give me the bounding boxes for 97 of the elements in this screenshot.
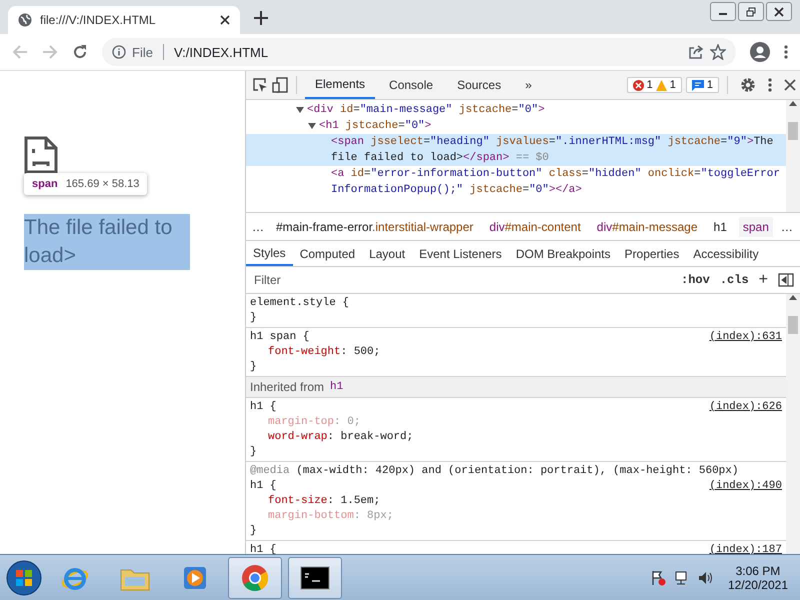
scroll-thumb[interactable] [788,316,798,334]
sidebar-tab[interactable]: Layout [362,241,412,266]
tooltip-size: 165.69 × 58.13 [66,178,140,190]
breadcrumb[interactable]: #main-frame-error.interstitial-wrapper [272,216,478,236]
dom-node[interactable]: <div id="main-message" jstcache="0"> [246,102,786,118]
info-icon[interactable] [112,45,126,59]
sidebar-tab[interactable]: DOM Breakpoints [508,241,618,266]
closing-brace: } [250,445,258,460]
settings-icon[interactable] [740,77,756,93]
close-window-button[interactable] [766,2,792,21]
closing-brace: } [250,524,258,539]
sidebar-tab[interactable]: Properties [618,241,686,266]
terminal-icon[interactable] [300,566,330,590]
volume-icon[interactable] [698,570,714,586]
source-link[interactable]: (index):626 [709,400,782,415]
issue-count: 1 [646,79,653,91]
breadcrumb[interactable]: div#main-content [485,216,585,236]
issue-count: 1 [706,79,713,91]
sidebar-toggle-icon[interactable] [778,272,794,288]
scroll-thumb[interactable] [788,122,798,140]
globe-icon [18,13,32,27]
css-selector: h1 { [250,400,276,415]
new-rule-button[interactable]: + [758,271,768,289]
css-selector: element.style { [250,296,350,311]
error-icon [632,80,644,90]
sad-file-icon [24,136,58,174]
minimize-button[interactable] [710,2,736,21]
reload-icon[interactable] [72,44,88,60]
browser-tab[interactable]: file:///V:/INDEX.HTML [8,6,240,34]
sidebar-tab[interactable]: Styles [246,241,293,266]
breadcrumb-overflow[interactable]: … [252,220,264,234]
sidebar-tab[interactable]: Computed [292,241,362,266]
devtools-tab[interactable]: Elements [305,71,376,99]
dom-node[interactable]: <a id="error-information-button" class="hidden" onclick="toggleError InformationPopup();" jstcache="0"></a> [246,166,786,198]
issue-count: 1 [670,79,676,91]
message-icon [692,80,704,90]
breadcrumb[interactable]: span [738,216,773,236]
scheme-label: File [132,44,153,60]
css-declaration[interactable]: font-size: 1.5em; [250,494,782,509]
expand-triangle-icon[interactable] [308,122,316,130]
filter-field[interactable]: Filter [252,272,672,288]
breadcrumb[interactable]: h1 [710,216,731,236]
start-orb-icon[interactable] [6,560,42,596]
star-icon[interactable] [710,44,726,60]
inherited-label: Inherited from [250,380,324,394]
hov-toggle[interactable]: :hov [681,273,710,287]
chrome-icon[interactable] [240,562,270,592]
scrollbar[interactable] [786,294,800,554]
css-selector: h1 span { [250,330,310,345]
css-selector: h1 { [250,479,276,494]
more-icon[interactable] [768,77,772,93]
source-link[interactable]: (index):187 [709,543,782,554]
tab-title: file:///V:/INDEX.HTML [40,13,157,27]
messages-button[interactable]: 1 [686,77,719,93]
dom-node[interactable]: <span jsselect="heading" jsvalues=".innerHTML:msg" jstcache="9">The file failed to load></span> == $0 [246,134,786,166]
flag-icon[interactable] [650,570,666,586]
inspect-icon[interactable] [252,77,268,93]
taskbar-button[interactable] [288,556,342,598]
url-text: V:/INDEX.HTML [174,44,270,60]
clock-date: 12/20/2021 [728,578,788,592]
css-selector: h1 { [250,543,276,554]
close-icon[interactable] [220,15,230,25]
new-tab-icon[interactable] [254,11,268,25]
share-icon[interactable] [688,44,704,60]
devtools-tab[interactable]: Sources [447,71,512,99]
restore-button[interactable] [738,2,764,21]
sidebar-tab[interactable]: Accessibility [686,241,766,266]
tooltip-tag: span [32,178,58,190]
issues-button[interactable]: 1 1 [626,77,682,93]
error-heading: The file failed to load> [24,214,190,270]
css-declaration[interactable]: word-wrap: break-word; [250,430,782,445]
expand-triangle-icon[interactable] [296,106,304,114]
devtools-tab[interactable]: Console [379,71,444,99]
more-tabs-button[interactable]: » [515,71,542,99]
source-link[interactable]: (index):631 [709,330,782,345]
close-icon [774,6,784,16]
device-icon[interactable] [272,77,288,93]
scrollbar[interactable] [786,100,800,212]
breadcrumb[interactable]: div#main-message [592,216,702,236]
inherited-tag[interactable]: h1 [330,379,344,395]
scroll-up-icon[interactable] [789,294,797,300]
warning-icon [656,80,667,90]
address-bar[interactable]: File V:/INDEX.HTML [102,38,736,66]
closing-brace: } [250,360,258,375]
sidebar-tab[interactable]: Event Listeners [412,241,509,266]
source-link[interactable]: (index):490 [709,479,782,494]
cls-toggle[interactable]: .cls [720,273,749,287]
clock-time: 3:06 PM [736,564,780,578]
closing-brace: } [250,311,258,326]
close-icon[interactable] [784,79,796,91]
dom-node[interactable]: <h1 jstcache="0"> [246,118,786,134]
profile-icon[interactable] [750,42,770,62]
menu-icon[interactable] [784,44,788,60]
breadcrumb-overflow[interactable]: … [780,220,793,234]
restore-icon [746,6,756,16]
css-declaration[interactable]: font-weight: 500; [250,345,782,360]
media-query: @media (max-width: 420px) and (orientation: portrait), (max-height: 560px) [250,464,740,479]
